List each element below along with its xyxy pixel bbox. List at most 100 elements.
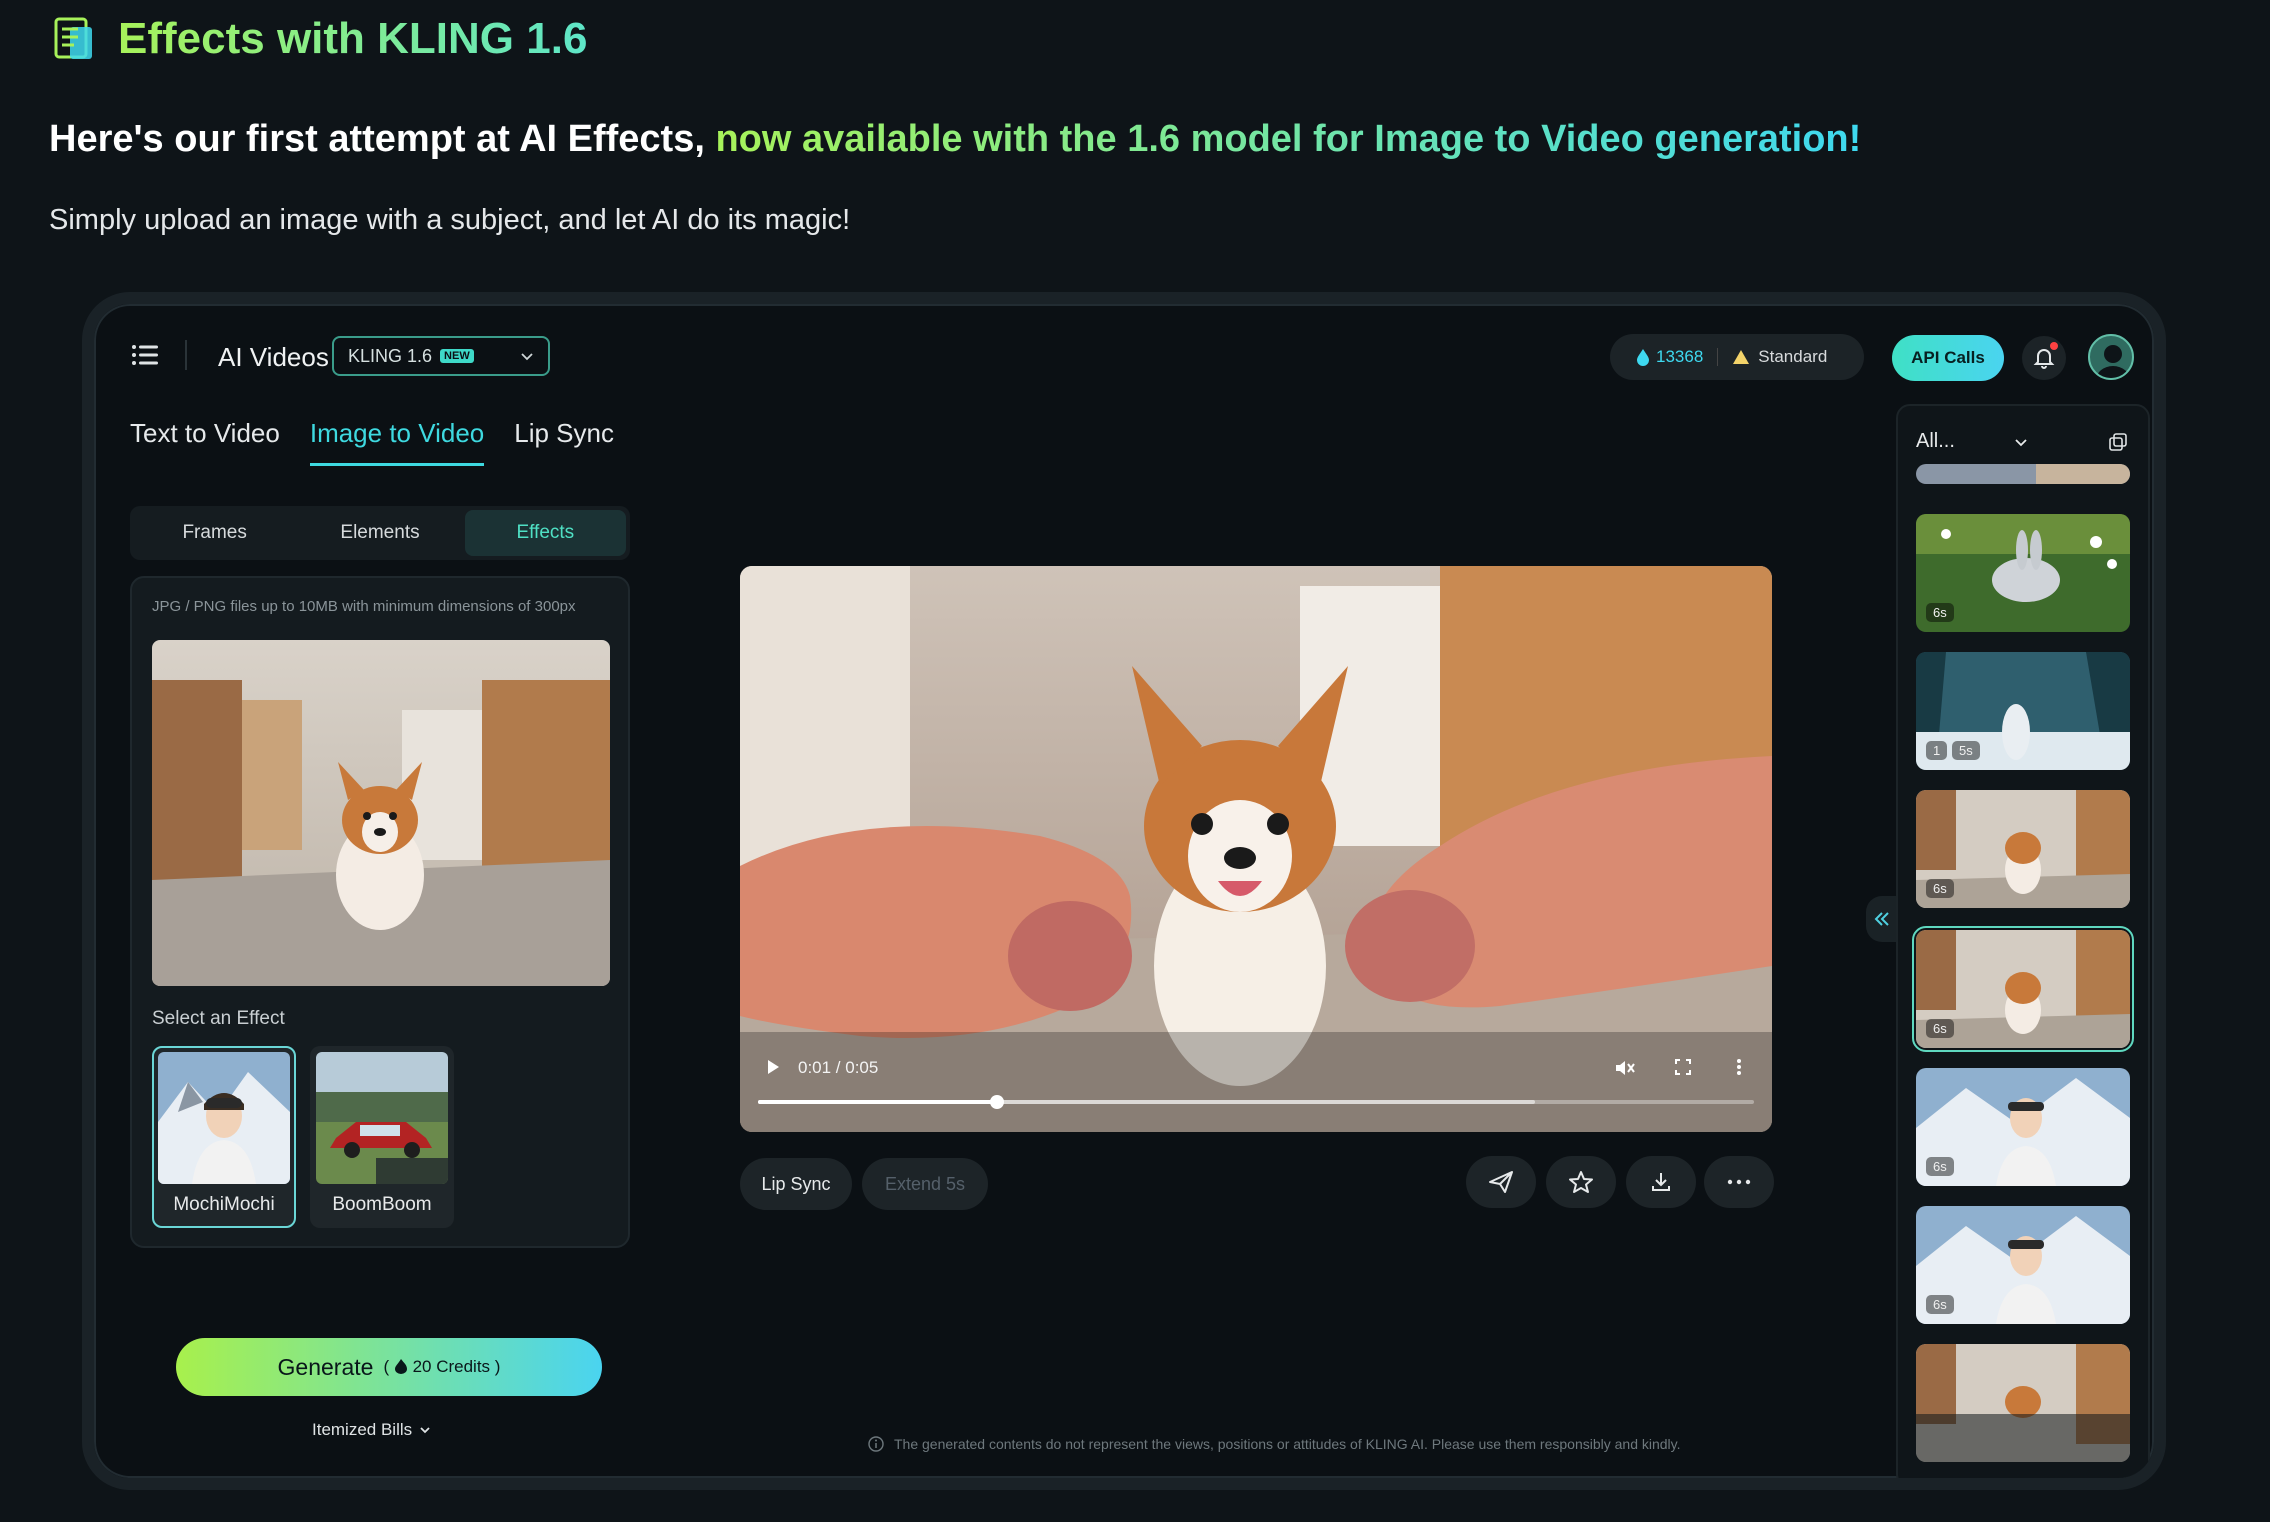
droplet-icon [1637, 349, 1649, 366]
mute-icon[interactable] [1614, 1058, 1636, 1078]
duration-badge: 5s [1952, 741, 1980, 760]
flame-icon [394, 1359, 407, 1374]
user-icon [2096, 345, 2130, 378]
double-chevron-left-icon [1874, 912, 1889, 926]
more-button[interactable] [1704, 1156, 1774, 1208]
credits-pill[interactable]: 13368 Standard [1610, 334, 1864, 380]
new-badge: NEW [440, 349, 474, 363]
copy-icon[interactable] [2108, 432, 2128, 452]
duration-badge: 6s [1926, 1295, 1954, 1314]
lip-sync-button[interactable]: Lip Sync [740, 1158, 852, 1210]
effect-card-mochimochi[interactable]: MochiMochi [152, 1046, 296, 1228]
progress-thumb[interactable] [990, 1095, 1005, 1109]
duration-badge: 6s [1926, 1157, 1954, 1176]
corgi-hallway-image [152, 640, 610, 986]
history-item[interactable]: 6s [1916, 1068, 2130, 1186]
snow-forest-thumbnail [1916, 652, 2130, 770]
count-badge: 1 [1926, 741, 1948, 760]
collapse-history-button[interactable] [1866, 896, 1898, 942]
history-item[interactable]: 6s [1916, 1206, 2130, 1324]
subline: Simply upload an image with a subject, a… [49, 204, 851, 236]
app-window: AI Videos KLING 1.6 NEW 13368 Standard A… [82, 292, 2166, 1490]
tab-text-to-video[interactable]: Text to Video [130, 418, 280, 466]
chevron-down-icon [2015, 438, 2027, 446]
history-item[interactable]: 6s [1916, 790, 2130, 908]
model-select[interactable]: KLING 1.6 NEW [332, 336, 550, 376]
video-controls: 0:01 / 0:05 [758, 1046, 1754, 1116]
video-player[interactable]: 0:01 / 0:05 [740, 566, 1772, 1132]
history-filter-label: All... [1916, 430, 1955, 452]
disclaimer-text: The generated contents do not represent … [894, 1436, 1681, 1452]
mode-tabs: Text to Video Image to Video Lip Sync [130, 418, 614, 466]
history-item[interactable] [1916, 1344, 2130, 1462]
segment-frames[interactable]: Frames [134, 510, 295, 556]
snow-portrait-image [158, 1052, 290, 1184]
red-car-image [316, 1052, 448, 1184]
app-title: AI Videos [218, 342, 329, 372]
itemized-bills-label: Itemized Bills [312, 1420, 413, 1439]
tab-lip-sync[interactable]: Lip Sync [514, 418, 614, 466]
more-horizontal-icon [1727, 1179, 1751, 1185]
api-calls-button[interactable]: API Calls [1892, 335, 2004, 381]
effect-card-boomboom[interactable]: BoomBoom [310, 1046, 454, 1228]
segment-elements[interactable]: Elements [299, 510, 460, 556]
divider [185, 340, 187, 370]
favorite-button[interactable] [1546, 1156, 1616, 1208]
download-icon [1652, 1173, 1670, 1191]
effect-thumbnail [158, 1052, 290, 1184]
share-button[interactable] [1466, 1156, 1536, 1208]
page-title: Effects with KLING 1.6 [118, 14, 588, 63]
disclaimer: The generated contents do not represent … [868, 1436, 1681, 1452]
generate-button[interactable]: Generate ( 20 Credits ) [176, 1338, 602, 1396]
generate-label: Generate [277, 1353, 374, 1380]
input-mode-segmented: Frames Elements Effects [130, 506, 630, 560]
history-panel: All... 6s 1 5s 6s 6s 6s 6s [1896, 404, 2150, 1478]
credits-count: 13368 [1656, 347, 1704, 366]
segment-effects[interactable]: Effects [464, 510, 626, 556]
headline-plain: Here's our first attempt at AI Effects, [49, 118, 716, 160]
effect-name: BoomBoom [332, 1194, 432, 1215]
itemized-bills-toggle[interactable]: Itemized Bills [312, 1420, 432, 1440]
chevron-down-icon [420, 1427, 430, 1434]
video-time: 0:01 / 0:05 [798, 1058, 879, 1077]
model-label: KLING 1.6 [348, 345, 433, 366]
history-filter[interactable]: All... [1916, 430, 2029, 453]
avatar[interactable] [2088, 334, 2134, 380]
tab-image-to-video[interactable]: Image to Video [309, 418, 485, 466]
notification-dot [2050, 342, 2058, 350]
extend-button[interactable]: Extend 5s [862, 1158, 988, 1210]
send-icon [1489, 1171, 1513, 1193]
upload-panel: JPG / PNG files up to 10MB with minimum … [130, 576, 630, 1248]
menu-icon[interactable] [132, 344, 158, 366]
history-item[interactable]: 1 5s [1916, 652, 2130, 770]
duration-badge: 6s [1926, 879, 1954, 898]
history-item-selected[interactable]: 6s [1912, 926, 2134, 1052]
plan-triangle-icon [1733, 350, 1750, 364]
history-item[interactable] [1916, 464, 2130, 484]
fullscreen-icon[interactable] [1674, 1058, 1692, 1076]
history-item[interactable]: 6s [1916, 514, 2130, 632]
history-thumbnail [1916, 464, 2130, 484]
notifications-button[interactable] [2022, 336, 2066, 380]
duration-badge: 6s [1926, 1019, 1954, 1038]
bell-icon [2033, 349, 2055, 369]
generate-credits: ( 20 Credits ) [383, 1357, 501, 1376]
effect-name: MochiMochi [173, 1194, 275, 1215]
uploaded-image[interactable] [152, 640, 610, 986]
headline: Here's our first attempt at AI Effects, … [49, 118, 1861, 161]
plan-label: Standard [1758, 347, 1828, 366]
divider [1717, 348, 1719, 366]
more-vertical-icon[interactable] [1736, 1058, 1742, 1076]
play-icon[interactable] [764, 1058, 782, 1076]
upload-hint: JPG / PNG files up to 10MB with minimum … [152, 598, 576, 615]
download-button[interactable] [1626, 1156, 1696, 1208]
chevron-down-icon [521, 353, 533, 361]
select-effect-label: Select an Effect [152, 1008, 285, 1029]
played-bar [758, 1100, 998, 1104]
star-icon [1569, 1171, 1593, 1193]
headline-highlight: now available with the 1.6 model for Ima… [715, 118, 1862, 160]
effect-thumbnail [316, 1052, 448, 1184]
page-header: Effects with KLING 1.6 [50, 14, 587, 64]
generate-credits-text: 20 Credits [412, 1357, 491, 1376]
info-icon [868, 1436, 884, 1452]
